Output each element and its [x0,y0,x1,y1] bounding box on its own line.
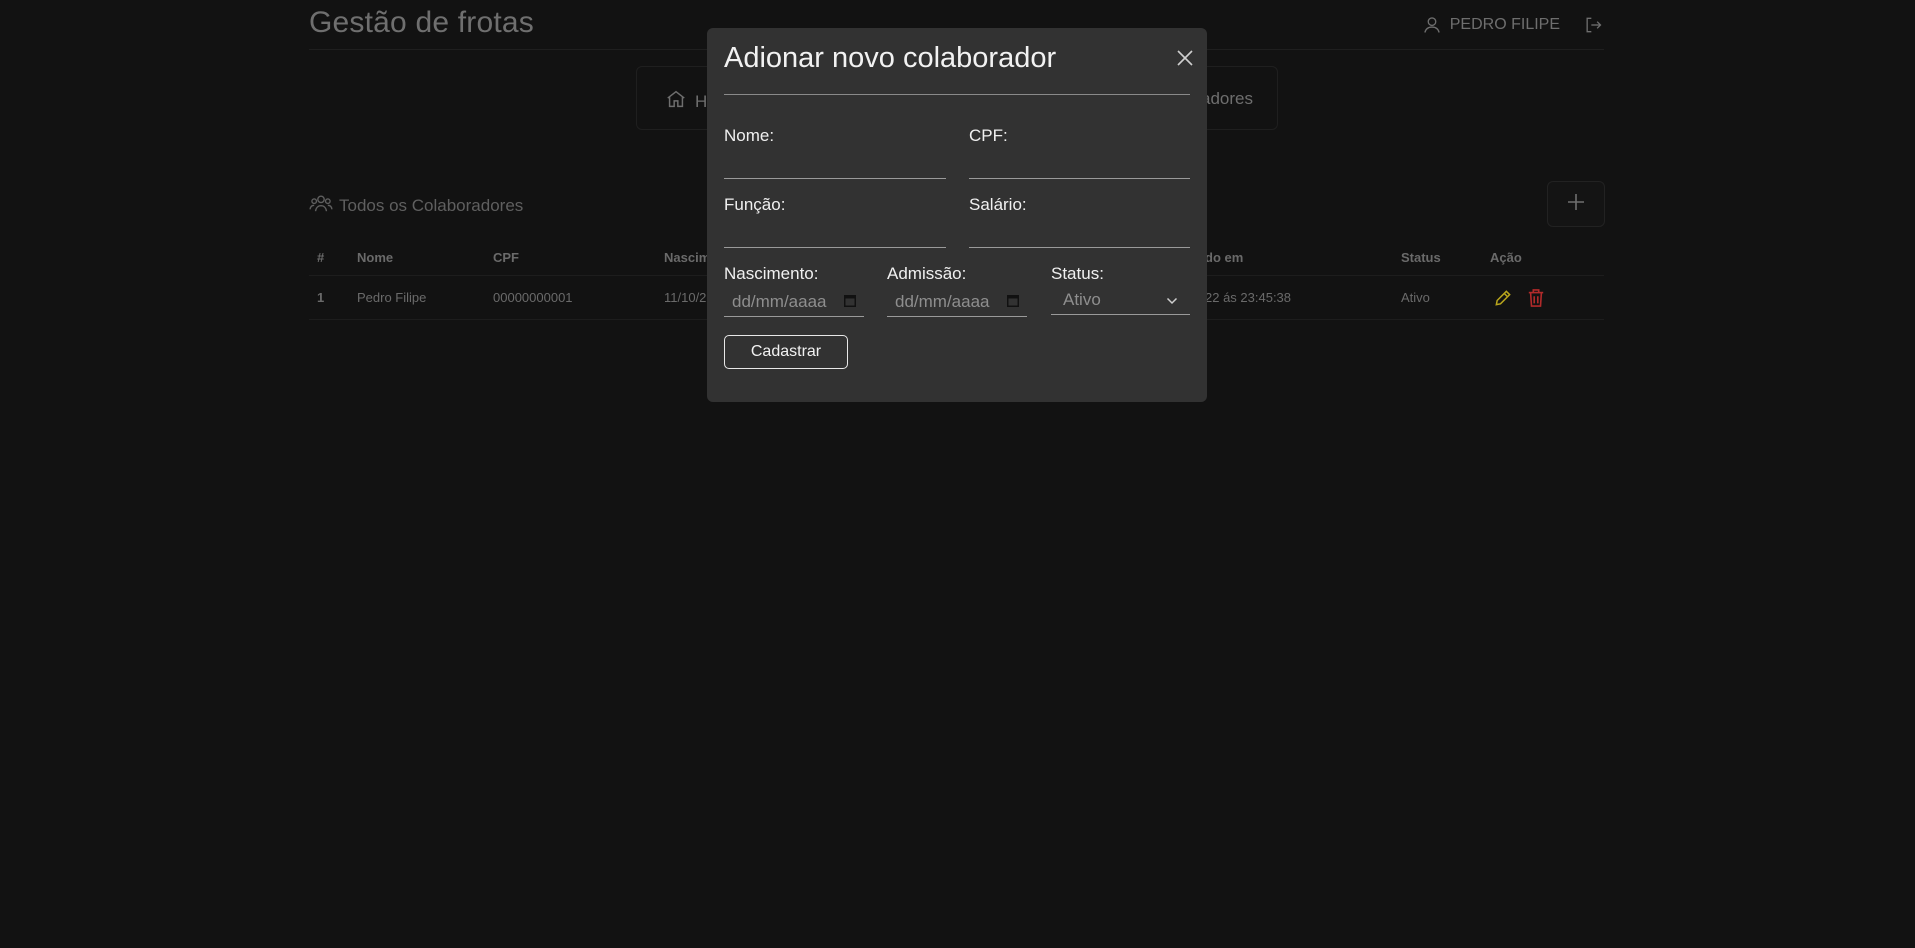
cpf-label: CPF: [969,126,1008,145]
cell-created: 22 ás 23:45:38 [1205,290,1292,305]
cell-status: Ativo [1401,290,1430,305]
nascimento-input[interactable]: dd/mm/aaaa [724,287,864,317]
column-header: do em [1205,250,1244,265]
add-collaborator-modal: Adionar novo colaborador Nome: CPF: Funç… [707,28,1207,402]
row-actions [1493,288,1545,311]
nav-item-colaboradores[interactable]: adores [1201,89,1253,109]
cell-cpf: 00000000001 [493,290,573,305]
nascimento-label: Nascimento: [724,264,819,283]
modal-header: Adionar novo colaborador [724,28,1193,95]
app-title: Gestão de frotas [309,6,534,39]
trash-icon[interactable] [1527,288,1545,311]
logout-icon[interactable] [1582,15,1604,35]
column-header: Ação [1490,250,1522,265]
cell-birth: 11/10/2 [664,290,707,305]
close-icon [1173,50,1197,74]
funcao-input[interactable] [724,218,946,248]
column-header: CPF [493,250,519,265]
cadastrar-button[interactable]: Cadastrar [724,335,848,369]
close-button[interactable] [1173,46,1197,70]
add-collaborator-button[interactable] [1547,181,1605,227]
chevron-down-icon [1166,290,1178,310]
admissao-label: Admissão: [887,264,967,283]
status-label: Status: [1051,264,1104,283]
section-title: Todos os Colaboradores [309,193,523,218]
admissao-input[interactable]: dd/mm/aaaa [887,287,1027,317]
section-title-label: Todos os Colaboradores [339,195,524,215]
plus-icon [1566,192,1586,217]
column-header: Status [1401,250,1441,265]
user-icon [1422,15,1442,35]
nav-home-label: H [695,91,708,111]
salario-input[interactable] [969,218,1190,248]
status-select[interactable]: Ativo [1051,285,1190,315]
cell-index: 1 [317,290,325,305]
nome-input[interactable] [724,149,946,179]
column-header: Nascim [664,250,711,265]
cpf-input[interactable] [969,149,1190,179]
edit-icon[interactable] [1493,288,1513,311]
salario-label: Salário: [969,195,1027,214]
nome-label: Nome: [724,126,775,145]
calendar-icon[interactable] [1007,292,1019,312]
modal-title: Adionar novo colaborador [724,42,1057,74]
nascimento-placeholder: dd/mm/aaaa [732,291,827,311]
column-header: Nome [357,250,394,265]
funcao-label: Função: [724,195,786,214]
nav-item-home[interactable]: H [665,88,707,115]
column-header: # [317,250,325,265]
user-area: PEDRO FILIPE [1422,14,1604,36]
status-selected-value: Ativo [1063,289,1101,309]
home-icon [665,88,687,115]
calendar-icon[interactable] [844,292,856,312]
cell-name: Pedro Filipe [357,290,427,305]
user-name[interactable]: PEDRO FILIPE [1450,16,1560,34]
users-icon [309,193,333,218]
admissao-placeholder: dd/mm/aaaa [895,291,990,311]
